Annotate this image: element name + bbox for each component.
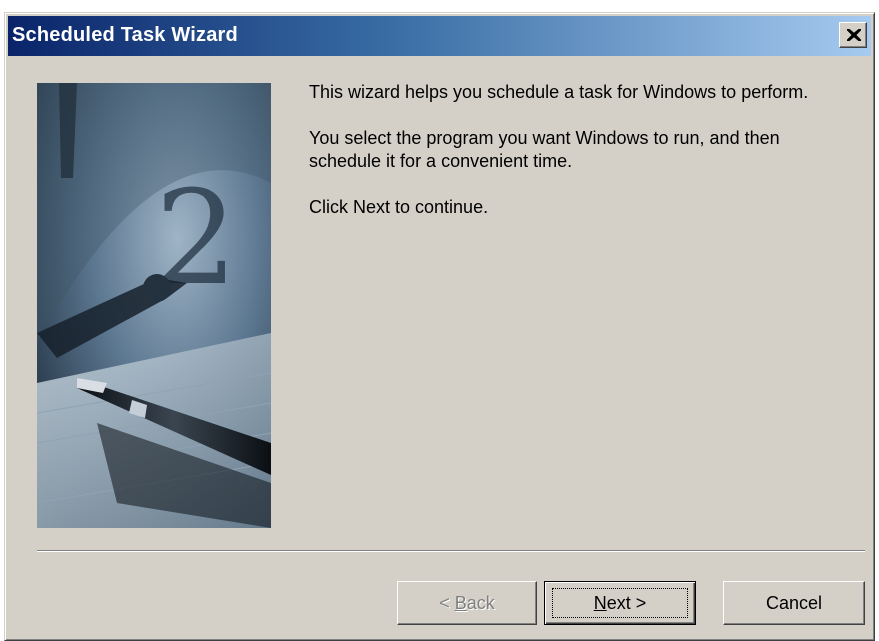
intro-line-3: Click Next to continue. (309, 197, 489, 217)
button-separator (37, 550, 865, 552)
next-rest: ext > (606, 593, 647, 613)
cancel-button[interactable]: Cancel (723, 581, 865, 625)
intro-line-1: This wizard helps you schedule a task fo… (309, 82, 809, 102)
close-icon (847, 29, 861, 41)
next-button[interactable]: Next > (544, 581, 696, 625)
next-label: Next > (594, 593, 647, 613)
back-prefix: < (439, 593, 455, 613)
title-bar[interactable]: Scheduled Task Wizard (8, 16, 871, 56)
back-mnemonic: B (454, 593, 467, 613)
intro-line-2: You select the program you want Windows … (309, 128, 780, 171)
wizard-window: Scheduled Task Wizard 2 This wizard help… (4, 12, 875, 641)
back-button[interactable]: < Back (397, 581, 537, 625)
back-rest: ack (466, 593, 495, 613)
window-title: Scheduled Task Wizard (12, 24, 238, 46)
next-mnemonic: N (593, 593, 607, 613)
close-button[interactable] (839, 22, 867, 48)
clock-and-pen-icon: 2 (37, 83, 271, 528)
intro-text: This wizard helps you schedule a task fo… (309, 81, 829, 242)
wizard-illustration: 2 (37, 83, 271, 528)
